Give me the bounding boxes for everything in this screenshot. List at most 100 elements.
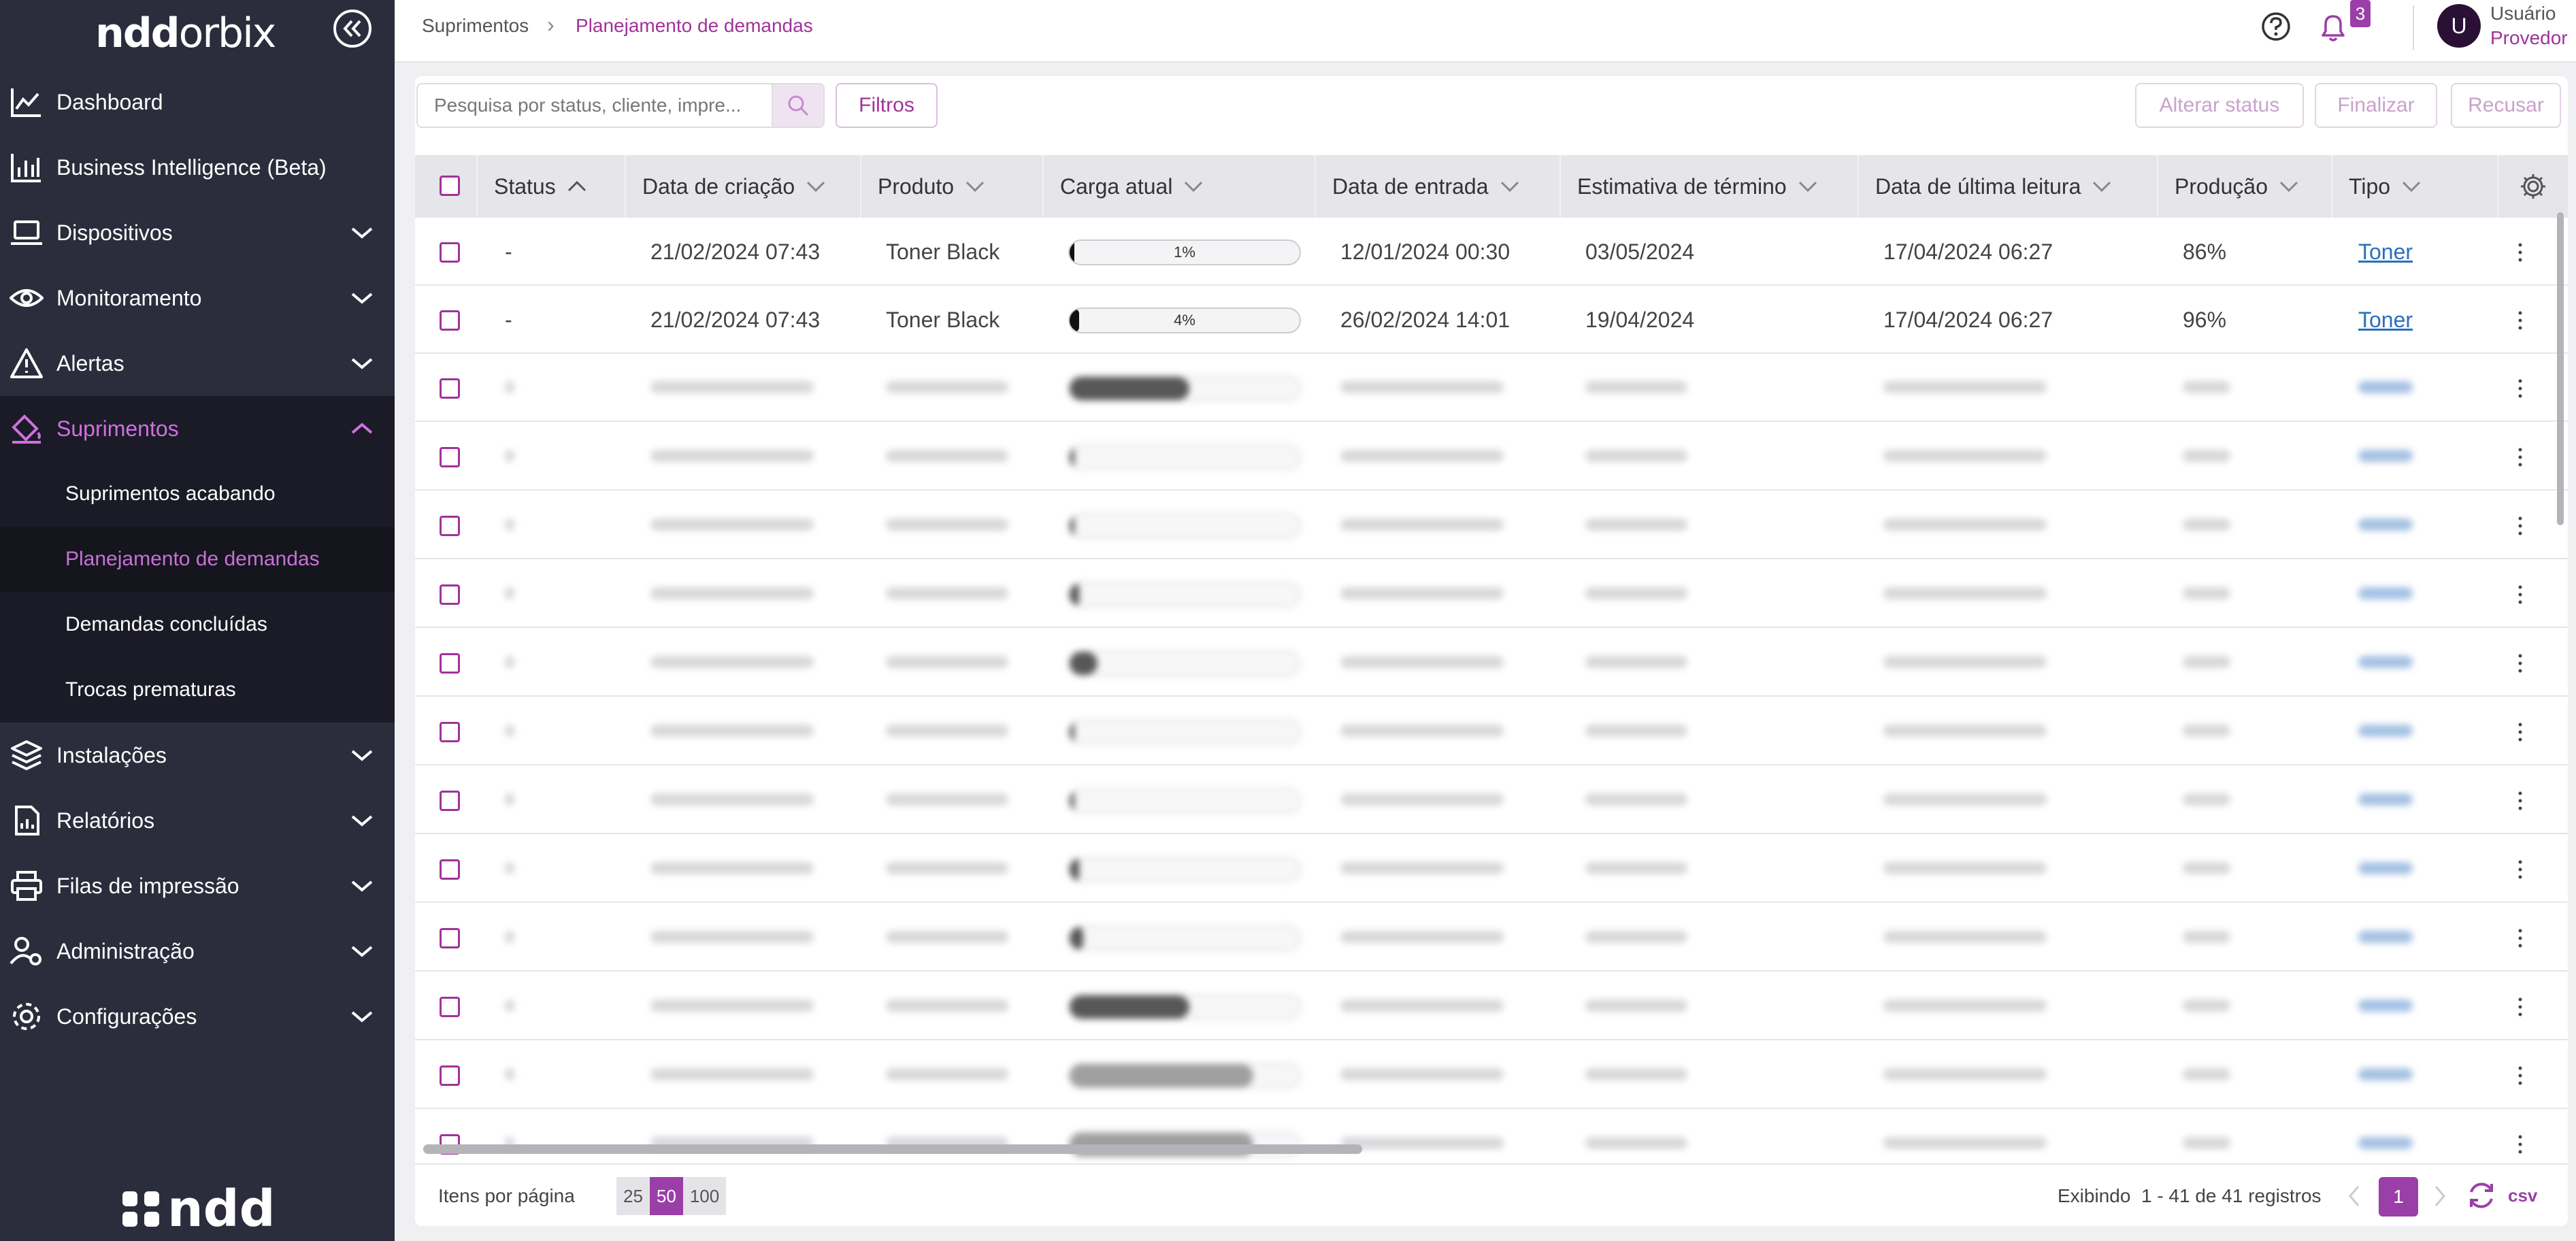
sidebar-item-administracao[interactable]: Administração [0,919,395,984]
page-size-25[interactable]: 25 [616,1177,650,1215]
row-checkbox[interactable] [440,447,460,467]
sidebar-item-monitoramento[interactable]: Monitoramento [0,265,395,331]
kebab-menu-icon[interactable] [2513,789,2527,812]
column-header-carga-atual[interactable]: Carga atual [1044,155,1316,218]
column-header-status[interactable]: Status [478,155,626,218]
column-header-tipo[interactable]: Tipo [2332,155,2498,218]
search-input[interactable] [418,84,772,127]
redacted-cell [2358,931,2413,943]
row-checkbox[interactable] [440,310,460,331]
sidebar-item-alertas[interactable]: Alertas [0,331,395,396]
row-checkbox[interactable] [440,997,460,1017]
cell-type-link[interactable]: Toner [2358,218,2413,286]
load-progress-bar [1068,994,1301,1020]
row-checkbox[interactable] [440,791,460,811]
kebab-menu-icon[interactable] [2513,309,2527,332]
vertical-scrollbar[interactable] [2557,212,2564,525]
table-row[interactable] [415,766,2568,834]
table-row[interactable] [415,1041,2568,1109]
sidebar-item-dispositivos[interactable]: Dispositivos [0,200,395,265]
refresh-icon[interactable] [2464,1178,2498,1212]
sidebar-item-business-intelligence[interactable]: Business Intelligence (Beta) [0,135,395,200]
column-header-producao[interactable]: Produção [2158,155,2332,218]
filters-button[interactable]: Filtros [836,83,938,128]
kebab-menu-icon[interactable] [2513,377,2527,400]
help-icon[interactable] [2260,11,2292,42]
row-checkbox[interactable] [440,378,460,399]
breadcrumb-suprimentos[interactable]: Suprimentos [422,15,529,37]
user-name[interactable]: Usuário [2490,3,2556,24]
table-row[interactable]: - 21/02/2024 07:43 Toner Black 1% 12/01/… [415,218,2568,286]
kebab-menu-icon[interactable] [2513,514,2527,537]
select-all-checkbox[interactable] [440,176,460,196]
kebab-menu-icon[interactable] [2513,446,2527,469]
page-size-100[interactable]: 100 [682,1177,727,1215]
kebab-menu-icon[interactable] [2513,995,2527,1019]
page-size-50[interactable]: 50 [649,1177,683,1215]
row-checkbox[interactable] [440,653,460,674]
redacted-cell [886,793,1008,806]
redacted-cell [2358,793,2413,806]
sidebar-subitem-planejamento-de-demandas[interactable]: Planejamento de demandas [0,527,395,592]
kebab-menu-icon[interactable] [2513,1133,2527,1156]
table-row[interactable] [415,697,2568,765]
row-checkbox[interactable] [440,859,460,880]
column-header-data-de-criacao[interactable]: Data de criação [626,155,861,218]
kebab-menu-icon[interactable] [2513,927,2527,950]
table-row[interactable] [415,835,2568,903]
table-row[interactable] [415,423,2568,491]
sidebar-item-instalacoes[interactable]: Instalações [0,723,395,788]
search-button[interactable] [772,84,823,127]
kebab-menu-icon[interactable] [2513,858,2527,881]
table-row[interactable] [415,354,2568,422]
row-checkbox[interactable] [440,516,460,536]
kebab-menu-icon[interactable] [2513,1064,2527,1087]
table-row[interactable] [415,904,2568,972]
change-status-button[interactable]: Alterar status [2135,83,2304,128]
app-logo[interactable]: nddorbix [95,10,276,57]
user-avatar[interactable]: U [2437,4,2481,48]
cell-type-link[interactable]: Toner [2358,286,2413,354]
sidebar-item-configuracoes[interactable]: Configurações [0,984,395,1049]
table-row[interactable] [415,491,2568,559]
users-gear-icon [10,937,42,965]
table-row[interactable] [415,560,2568,628]
column-header-data-de-ultima-leitura[interactable]: Data de última leitura [1859,155,2158,218]
gear-icon[interactable] [2518,171,2548,201]
finish-button[interactable]: Finalizar [2315,83,2437,128]
sidebar-subitem-demandas-concluidas[interactable]: Demandas concluídas [0,592,395,657]
table-row[interactable] [415,629,2568,697]
kebab-menu-icon[interactable] [2513,241,2527,264]
export-csv-button[interactable]: csv [2508,1185,2537,1206]
gear-icon [13,1003,40,1030]
page-number-button[interactable]: 1 [2379,1177,2418,1217]
refuse-button[interactable]: Recusar [2451,83,2561,128]
collapse-sidebar-button[interactable] [333,10,371,48]
bell-icon[interactable] [2317,11,2349,44]
row-checkbox[interactable] [440,1065,460,1086]
kebab-menu-icon[interactable] [2513,721,2527,744]
row-checkbox[interactable] [440,722,460,742]
previous-page-icon[interactable] [2345,1182,2364,1210]
kebab-menu-icon[interactable] [2513,652,2527,675]
table-row[interactable] [415,972,2568,1040]
chevron-down-icon [1798,181,1817,193]
row-checkbox[interactable] [440,242,460,263]
sidebar-subitem-trocas-prematuras[interactable]: Trocas prematuras [0,657,395,723]
column-header-label: Carga atual [1060,173,1173,199]
column-header-produto[interactable]: Produto [861,155,1044,218]
column-header-estimativa-de-termino[interactable]: Estimativa de término [1561,155,1859,218]
row-checkbox[interactable] [440,584,460,605]
sidebar-subitem-suprimentos-acabando[interactable]: Suprimentos acabando [0,461,395,527]
sidebar-item-suprimentos[interactable]: Suprimentos [0,396,395,461]
kebab-menu-icon[interactable] [2513,583,2527,606]
sidebar-item-relatorios[interactable]: Relatórios [0,788,395,853]
next-page-icon[interactable] [2430,1182,2449,1210]
redacted-cell [1883,381,2047,393]
column-header-data-de-entrada[interactable]: Data de entrada [1316,155,1561,218]
row-checkbox[interactable] [440,928,460,948]
sidebar-item-filas-de-impressao[interactable]: Filas de impressão [0,853,395,919]
sidebar-item-dashboard[interactable]: Dashboard [0,69,395,135]
table-row[interactable]: - 21/02/2024 07:43 Toner Black 4% 26/02/… [415,286,2568,354]
horizontal-scrollbar[interactable] [423,1144,1362,1154]
